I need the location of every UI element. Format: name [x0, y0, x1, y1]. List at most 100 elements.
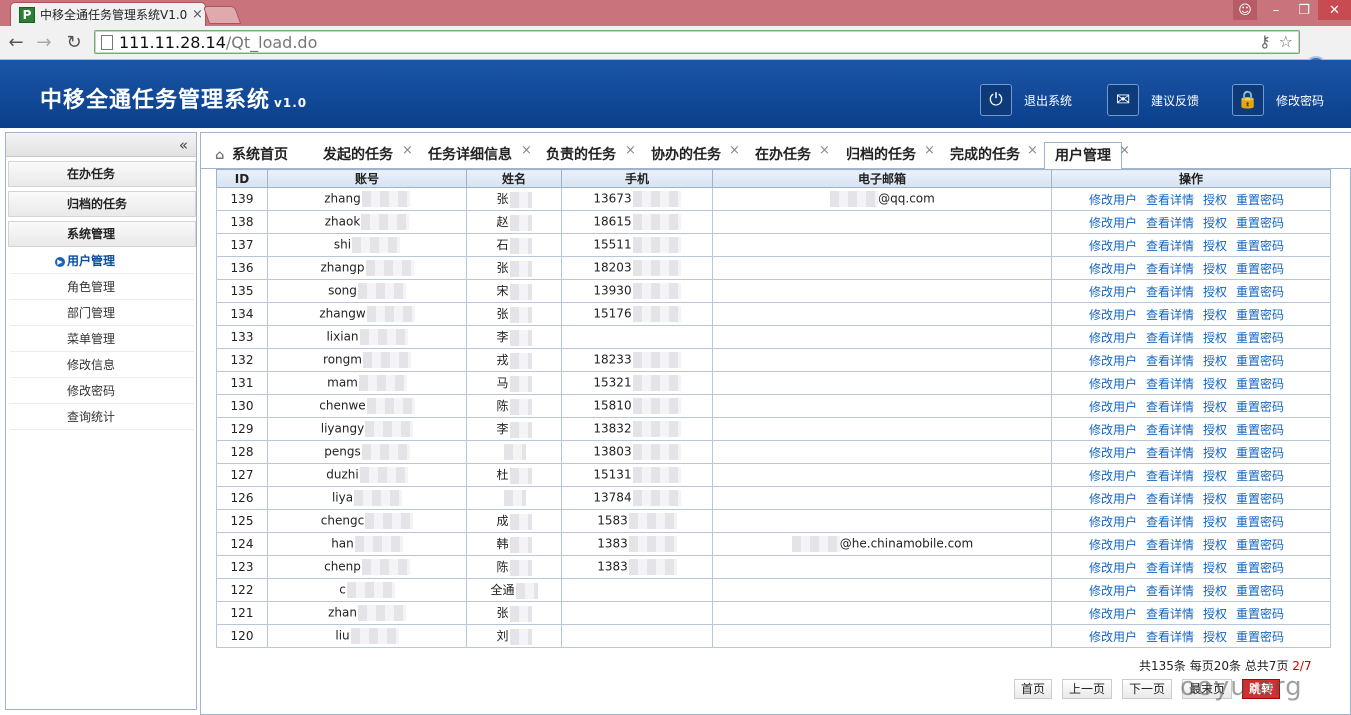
authorize-link[interactable]: 授权 — [1203, 216, 1227, 230]
authorize-link[interactable]: 授权 — [1203, 377, 1227, 391]
tab-responsible[interactable]: 负责的任务 — [546, 142, 616, 169]
view-details-link[interactable]: 查看详情 — [1146, 469, 1194, 483]
forward-icon[interactable]: → — [32, 30, 56, 54]
reset-password-link[interactable]: 重置密码 — [1236, 239, 1284, 253]
reset-password-link[interactable]: 重置密码 — [1236, 354, 1284, 368]
tab-close-icon[interactable]: × — [1119, 143, 1130, 158]
tab-user-management[interactable]: 用户管理 — [1044, 142, 1122, 170]
address-bar[interactable]: 111.11.28.14/Qt_load.do ⚷ ☆ — [94, 30, 1300, 54]
authorize-link[interactable]: 授权 — [1203, 515, 1227, 529]
reset-password-link[interactable]: 重置密码 — [1236, 630, 1284, 644]
authorize-link[interactable]: 授权 — [1203, 423, 1227, 437]
sidebar-section-system[interactable]: 系统管理 — [8, 221, 196, 247]
reset-password-link[interactable]: 重置密码 — [1236, 561, 1284, 575]
tab-close-icon[interactable]: × — [192, 7, 203, 22]
feedback-button[interactable]: ✉ 建议反馈 — [1107, 84, 1199, 116]
reset-password-link[interactable]: 重置密码 — [1236, 607, 1284, 621]
authorize-link[interactable]: 授权 — [1203, 469, 1227, 483]
view-details-link[interactable]: 查看详情 — [1146, 216, 1194, 230]
view-details-link[interactable]: 查看详情 — [1146, 446, 1194, 460]
view-details-link[interactable]: 查看详情 — [1146, 584, 1194, 598]
edit-user-link[interactable]: 修改用户 — [1089, 354, 1137, 368]
authorize-link[interactable]: 授权 — [1203, 607, 1227, 621]
bookmark-star-icon[interactable]: ☆ — [1279, 32, 1293, 51]
tab-archived[interactable]: 归档的任务 — [846, 142, 916, 169]
edit-user-link[interactable]: 修改用户 — [1089, 515, 1137, 529]
edit-user-link[interactable]: 修改用户 — [1089, 239, 1137, 253]
view-details-link[interactable]: 查看详情 — [1146, 515, 1194, 529]
tab-in-progress[interactable]: 在办任务 — [755, 142, 811, 169]
authorize-link[interactable]: 授权 — [1203, 308, 1227, 322]
view-details-link[interactable]: 查看详情 — [1146, 193, 1194, 207]
tab-close-icon[interactable]: × — [729, 143, 740, 158]
reset-password-link[interactable]: 重置密码 — [1236, 285, 1284, 299]
tab-completed[interactable]: 完成的任务 — [950, 142, 1020, 169]
tab-close-icon[interactable]: × — [402, 143, 413, 158]
user-icon[interactable]: ☺ — [1233, 0, 1257, 20]
reset-password-link[interactable]: 重置密码 — [1236, 423, 1284, 437]
reset-password-link[interactable]: 重置密码 — [1236, 538, 1284, 552]
reset-password-link[interactable]: 重置密码 — [1236, 584, 1284, 598]
sidebar-item-edit-info[interactable]: 修改信息 — [10, 353, 194, 378]
next-page-button[interactable]: 下一页 — [1122, 679, 1173, 699]
authorize-link[interactable]: 授权 — [1203, 561, 1227, 575]
sidebar-item-users[interactable]: ▶ 用户管理 — [10, 249, 194, 274]
close-window-button[interactable]: ✕ — [1318, 0, 1351, 20]
view-details-link[interactable]: 查看详情 — [1146, 607, 1194, 621]
logout-button[interactable]: ⏻ 退出系统 — [980, 84, 1072, 116]
authorize-link[interactable]: 授权 — [1203, 285, 1227, 299]
tab-close-icon[interactable]: × — [924, 143, 935, 158]
reset-password-link[interactable]: 重置密码 — [1236, 308, 1284, 322]
sidebar-section-in-progress[interactable]: 在办任务 — [8, 161, 196, 187]
authorize-link[interactable]: 授权 — [1203, 193, 1227, 207]
sidebar-item-password[interactable]: 修改密码 — [10, 379, 194, 404]
tab-close-icon[interactable]: × — [521, 143, 532, 158]
edit-user-link[interactable]: 修改用户 — [1089, 607, 1137, 621]
authorize-link[interactable]: 授权 — [1203, 446, 1227, 460]
edit-user-link[interactable]: 修改用户 — [1089, 308, 1137, 322]
edit-user-link[interactable]: 修改用户 — [1089, 423, 1137, 437]
edit-user-link[interactable]: 修改用户 — [1089, 469, 1137, 483]
view-details-link[interactable]: 查看详情 — [1146, 630, 1194, 644]
edit-user-link[interactable]: 修改用户 — [1089, 216, 1137, 230]
authorize-link[interactable]: 授权 — [1203, 262, 1227, 276]
reset-password-link[interactable]: 重置密码 — [1236, 193, 1284, 207]
view-details-link[interactable]: 查看详情 — [1146, 285, 1194, 299]
edit-user-link[interactable]: 修改用户 — [1089, 400, 1137, 414]
column-header-phone[interactable]: 手机 — [561, 169, 713, 188]
reset-password-link[interactable]: 重置密码 — [1236, 446, 1284, 460]
edit-user-link[interactable]: 修改用户 — [1089, 561, 1137, 575]
view-details-link[interactable]: 查看详情 — [1146, 492, 1194, 506]
authorize-link[interactable]: 授权 — [1203, 538, 1227, 552]
reload-icon[interactable]: ↻ — [62, 30, 86, 54]
edit-user-link[interactable]: 修改用户 — [1089, 584, 1137, 598]
edit-user-link[interactable]: 修改用户 — [1089, 377, 1137, 391]
view-details-link[interactable]: 查看详情 — [1146, 354, 1194, 368]
authorize-link[interactable]: 授权 — [1203, 630, 1227, 644]
sidebar-section-archived[interactable]: 归档的任务 — [8, 191, 196, 217]
edit-user-link[interactable]: 修改用户 — [1089, 538, 1137, 552]
authorize-link[interactable]: 授权 — [1203, 400, 1227, 414]
reset-password-link[interactable]: 重置密码 — [1236, 492, 1284, 506]
change-password-button[interactable]: 🔒 修改密码 — [1232, 84, 1324, 116]
sidebar-item-roles[interactable]: 角色管理 — [10, 275, 194, 300]
authorize-link[interactable]: 授权 — [1203, 331, 1227, 345]
tab-close-icon[interactable]: × — [625, 143, 636, 158]
reset-password-link[interactable]: 重置密码 — [1236, 469, 1284, 483]
reset-password-link[interactable]: 重置密码 — [1236, 262, 1284, 276]
minimize-button[interactable]: – — [1262, 0, 1290, 20]
edit-user-link[interactable]: 修改用户 — [1089, 285, 1137, 299]
key-icon[interactable]: ⚷ — [1259, 32, 1271, 51]
sidebar-item-departments[interactable]: 部门管理 — [10, 301, 194, 326]
sidebar-item-statistics[interactable]: 查询统计 — [10, 405, 194, 430]
tab-close-icon[interactable]: × — [1027, 143, 1038, 158]
column-header-id[interactable]: ID — [216, 169, 268, 188]
view-details-link[interactable]: 查看详情 — [1146, 331, 1194, 345]
maximize-button[interactable]: ❐ — [1290, 0, 1318, 20]
tab-home[interactable]: ⌂ 系统首页 — [215, 142, 288, 169]
reset-password-link[interactable]: 重置密码 — [1236, 515, 1284, 529]
view-details-link[interactable]: 查看详情 — [1146, 239, 1194, 253]
back-icon[interactable]: ← — [4, 30, 28, 54]
sidebar-item-menus[interactable]: 菜单管理 — [10, 327, 194, 352]
tab-assisting[interactable]: 协办的任务 — [651, 142, 721, 169]
